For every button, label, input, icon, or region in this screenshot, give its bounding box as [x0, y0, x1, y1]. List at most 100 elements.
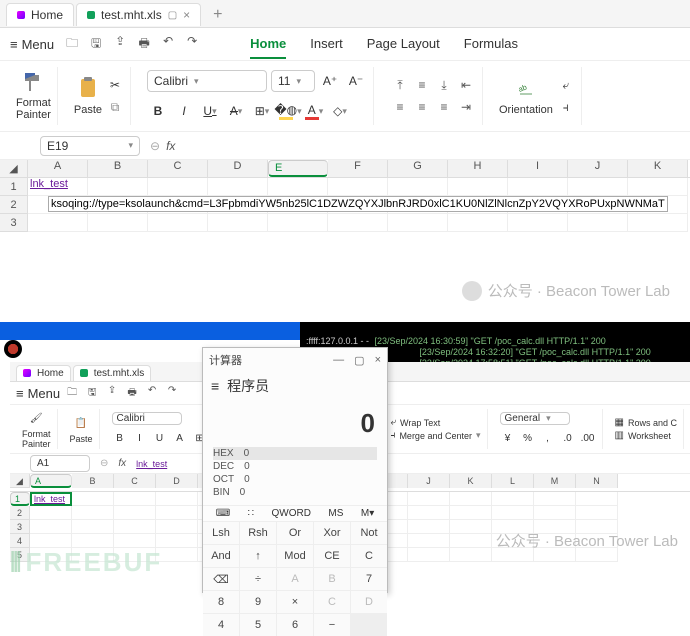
paste-icon[interactable]	[76, 76, 100, 100]
paste-icon[interactable]: 📋	[72, 414, 90, 432]
comma-icon[interactable]: ,	[540, 430, 556, 446]
key-c[interactable]: C	[351, 545, 387, 567]
tab-home[interactable]: Home	[6, 3, 74, 26]
row-3[interactable]: 3	[0, 214, 28, 232]
maximize-icon[interactable]: ▢	[354, 354, 364, 367]
italic-button[interactable]: I	[132, 430, 148, 446]
base-bin[interactable]: BIN0	[213, 486, 377, 499]
currency-icon[interactable]: ¥	[500, 430, 516, 446]
format-painter-icon[interactable]	[21, 71, 45, 95]
merge-icon[interactable]: ⫞	[557, 98, 575, 116]
align-left[interactable]: ≡	[390, 97, 410, 117]
mini-menu-button[interactable]: ≡ Menu	[16, 386, 60, 401]
worksheet-button[interactable]: ▥Worksheet	[615, 430, 671, 441]
open-icon[interactable]: 🗀	[64, 34, 80, 55]
redo-icon[interactable]: ↷	[166, 385, 178, 402]
mini-name-box[interactable]: A1	[30, 455, 90, 472]
strike-button[interactable]: A▾	[225, 100, 247, 122]
base-hex[interactable]: HEX0	[213, 447, 377, 460]
italic-button[interactable]: I	[173, 100, 195, 122]
new-tab-button[interactable]: +	[203, 6, 232, 24]
key-4[interactable]: 4	[203, 614, 239, 636]
ribbon-tab-home[interactable]: Home	[250, 30, 286, 59]
export-icon[interactable]: ⇪	[106, 385, 118, 402]
font-size-select[interactable]: 11 ▾	[271, 70, 315, 92]
col-H[interactable]: H	[448, 160, 508, 177]
ribbon-tab-pagelayout[interactable]: Page Layout	[367, 30, 440, 59]
cell-edit-input[interactable]	[48, 196, 668, 212]
print-icon[interactable]: 🖶	[126, 385, 138, 402]
font-name-select[interactable]: Calibri ▾	[147, 70, 267, 92]
key-not[interactable]: Not	[351, 522, 387, 544]
cancel-fx-icon[interactable]: ⊖	[100, 458, 108, 469]
underline-button[interactable]: U	[152, 430, 168, 446]
format-painter-icon[interactable]: 🖌	[27, 409, 45, 427]
rows-cols-button[interactable]: ▦Rows and C	[615, 417, 677, 428]
increase-font-icon[interactable]: A⁺	[319, 70, 341, 92]
col-F[interactable]: F	[328, 160, 388, 177]
copy-icon[interactable]: ⧉	[106, 98, 124, 116]
col-D[interactable]: D	[208, 160, 268, 177]
key-rsh[interactable]: Rsh	[240, 522, 276, 544]
col-K[interactable]: K	[628, 160, 688, 177]
key-lsh[interactable]: Lsh	[203, 522, 239, 544]
fx-icon[interactable]: fx	[118, 458, 126, 469]
mini-tab-home[interactable]: Home	[16, 365, 71, 381]
save-icon[interactable]: 🖫	[86, 385, 98, 402]
minimize-icon[interactable]: —	[333, 354, 344, 367]
key-ce[interactable]: CE	[314, 545, 350, 567]
calculator-window[interactable]: 计算器 — ▢ × ≡ 程序员 0 HEX0 DEC0 OCT0 BIN0 ⌨ …	[202, 347, 388, 593]
select-all-corner[interactable]: ◢	[0, 160, 28, 178]
key-mod[interactable]: Mod	[277, 545, 313, 567]
key-div[interactable]: ÷	[240, 568, 276, 590]
key-hd[interactable]: D	[351, 591, 387, 613]
col-G[interactable]: G	[388, 160, 448, 177]
ribbon-tab-formulas[interactable]: Formulas	[464, 30, 518, 59]
mini-font-select[interactable]: Calibri	[112, 412, 182, 425]
hamburger-icon[interactable]: ≡	[211, 378, 219, 394]
bold-button[interactable]: B	[112, 430, 128, 446]
underline-button[interactable]: U▾	[199, 100, 221, 122]
save-icon[interactable]: 🖫	[88, 34, 104, 55]
align-center[interactable]: ≡	[412, 97, 432, 117]
calc-titlebar[interactable]: 计算器 — ▢ ×	[203, 348, 387, 372]
col-E[interactable]: E	[268, 160, 328, 177]
decrease-font-icon[interactable]: A⁻	[345, 70, 367, 92]
cut-icon[interactable]: ✂	[106, 76, 124, 94]
key-mul[interactable]: ×	[277, 591, 313, 613]
base-dec[interactable]: DEC0	[213, 460, 377, 473]
key-and[interactable]: And	[203, 545, 239, 567]
tab-file[interactable]: test.mht.xls ▢ ×	[76, 3, 201, 26]
align-top[interactable]: ⤒	[390, 75, 410, 95]
font-color-button[interactable]: A▾	[303, 100, 325, 122]
key-back[interactable]: ⌫	[203, 568, 239, 590]
percent-icon[interactable]: %	[520, 430, 536, 446]
col-I[interactable]: I	[508, 160, 568, 177]
dec-dec-icon[interactable]: .00	[580, 430, 596, 446]
keypad-icon[interactable]: ⌨	[216, 508, 230, 519]
key-8[interactable]: 8	[203, 591, 239, 613]
key-hc[interactable]: C	[314, 591, 350, 613]
name-box[interactable]: E19 ▾	[40, 136, 140, 156]
clear-format-button[interactable]: ◇▾	[329, 100, 351, 122]
col-C[interactable]: C	[148, 160, 208, 177]
qword-button[interactable]: QWORD	[271, 508, 310, 519]
undo-icon[interactable]: ↶	[160, 34, 176, 55]
orientation-icon[interactable]: ab	[514, 76, 538, 100]
key-a[interactable]: A	[277, 568, 313, 590]
indent-dec[interactable]: ⇤	[456, 75, 476, 95]
key-min[interactable]: −	[314, 614, 350, 636]
bits-icon[interactable]: ∷	[248, 508, 254, 519]
col-B[interactable]: B	[88, 160, 148, 177]
key-5[interactable]: 5	[240, 614, 276, 636]
fx-icon[interactable]: fx	[166, 139, 175, 153]
mini-tab-file[interactable]: test.mht.xls	[73, 365, 152, 381]
align-bottom[interactable]: ⤓	[434, 75, 454, 95]
key-6[interactable]: 6	[277, 614, 313, 636]
mini-cell-A1[interactable]: lnk_test	[30, 492, 72, 506]
wrap-text-button[interactable]: ⤶Wrap Text	[390, 417, 440, 428]
undo-icon[interactable]: ↶	[146, 385, 158, 402]
close-icon[interactable]: ×	[375, 354, 381, 367]
ribbon-tab-insert[interactable]: Insert	[310, 30, 343, 59]
close-icon[interactable]: ×	[183, 8, 190, 22]
